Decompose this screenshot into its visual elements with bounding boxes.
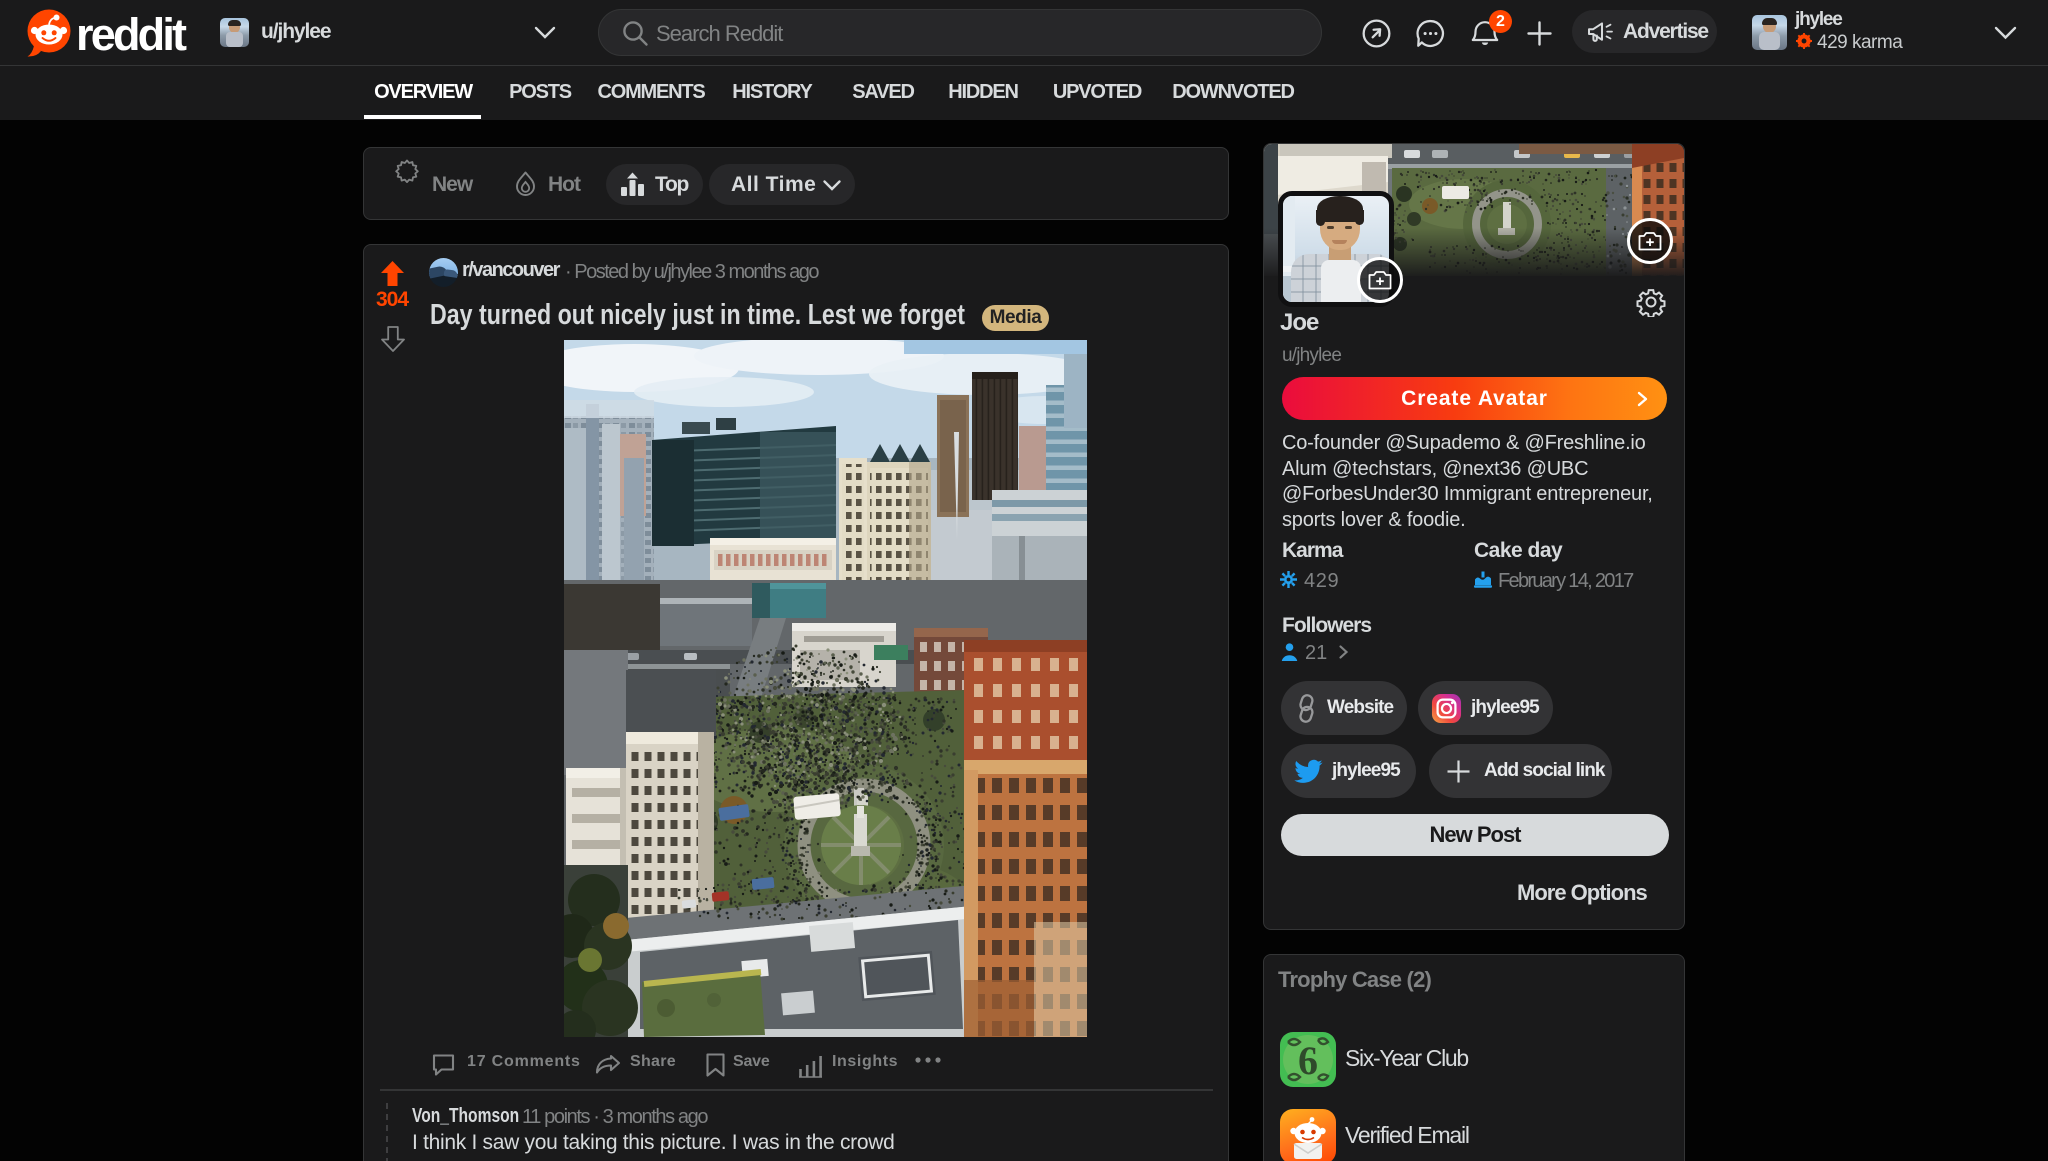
svg-text:6: 6	[1298, 1038, 1318, 1083]
